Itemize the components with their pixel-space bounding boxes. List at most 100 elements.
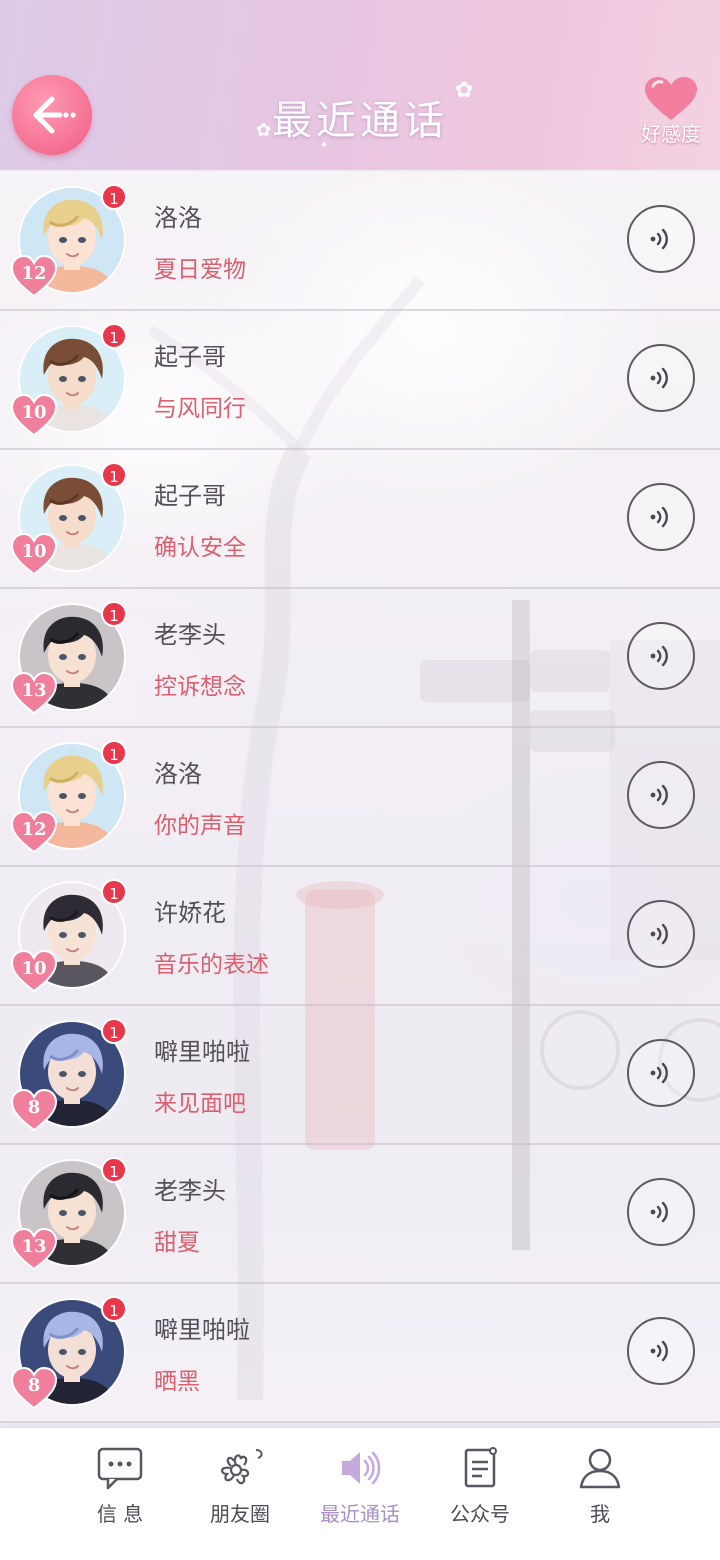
- avatar-container[interactable]: 1 10: [10, 879, 128, 993]
- unread-badge: 1: [101, 323, 127, 349]
- caller-name: 起子哥: [154, 343, 226, 371]
- caller-name: 噼里啪啦: [154, 1038, 250, 1066]
- recent-calls-list: 1 12 洛洛 夏日爱物 1 10 起子哥 与风同行 1 10 起子哥 确认安全…: [0, 172, 720, 1423]
- avatar-container[interactable]: 1 8: [10, 1018, 128, 1132]
- nav-item-messages[interactable]: 信 息: [60, 1446, 180, 1527]
- nav-item-recent-calls[interactable]: 最近通话: [300, 1446, 420, 1527]
- sparkle-icon: ✦: [320, 140, 329, 151]
- avatar-container[interactable]: 1 13: [10, 1157, 128, 1271]
- call-topic: 音乐的表述: [154, 952, 269, 978]
- bottom-nav: 信 息 朋友圈 最近通话 公众号 我: [0, 1428, 720, 1560]
- nav-label: 朋友圈: [210, 1502, 270, 1526]
- affinity-button[interactable]: 好感度: [636, 76, 706, 156]
- caller-name: 洛洛: [154, 204, 202, 232]
- call-topic: 确认安全: [154, 535, 246, 561]
- call-topic: 夏日爱物: [154, 257, 246, 283]
- affinity-level-badge: 10: [10, 393, 58, 437]
- level-number: 13: [21, 680, 47, 701]
- avatar-container[interactable]: 1 10: [10, 323, 128, 437]
- nav-label: 我: [590, 1502, 610, 1526]
- nav-label: 最近通话: [320, 1502, 400, 1526]
- call-topic: 甜夏: [154, 1230, 200, 1256]
- play-call-button[interactable]: [627, 205, 695, 273]
- avatar-container[interactable]: 1 8: [10, 1296, 128, 1410]
- call-row[interactable]: 1 10 许娇花 音乐的表述: [0, 867, 720, 1006]
- nav-item-me[interactable]: 我: [540, 1446, 660, 1527]
- flower-icon: [221, 1449, 263, 1485]
- unread-badge: 1: [101, 1296, 127, 1322]
- call-row[interactable]: 1 10 起子哥 确认安全: [0, 450, 720, 589]
- avatar-container[interactable]: 1 10: [10, 462, 128, 576]
- sound-wave-icon: [650, 367, 668, 389]
- affinity-level-badge: 12: [10, 254, 58, 298]
- sound-wave-icon: [650, 923, 668, 945]
- affinity-level-badge: 13: [10, 1227, 58, 1271]
- nav-label: 信 息: [96, 1502, 144, 1526]
- avatar-container[interactable]: 1 13: [10, 601, 128, 715]
- call-row[interactable]: 1 10 起子哥 与风同行: [0, 311, 720, 450]
- caller-name: 起子哥: [154, 482, 226, 510]
- speaker-icon: [342, 1451, 381, 1485]
- level-number: 12: [21, 819, 47, 840]
- heart-icon: [645, 77, 697, 120]
- call-topic: 控诉想念: [154, 674, 246, 700]
- call-topic: 与风同行: [154, 396, 246, 422]
- call-topic: 晒黑: [154, 1369, 200, 1395]
- call-row[interactable]: 1 12 洛洛 你的声音: [0, 728, 720, 867]
- person-icon: [579, 1448, 621, 1489]
- affinity-label: 好感度: [641, 122, 701, 146]
- play-call-button[interactable]: [627, 1178, 695, 1246]
- unread-badge: 1: [101, 1157, 127, 1183]
- nav-label: 公众号: [450, 1502, 510, 1526]
- play-call-button[interactable]: [627, 761, 695, 829]
- call-row[interactable]: 1 8 噼里啪啦 来见面吧: [0, 1006, 720, 1145]
- level-number: 8: [27, 1097, 41, 1118]
- play-call-button[interactable]: [627, 900, 695, 968]
- play-call-button[interactable]: [627, 1039, 695, 1107]
- unread-badge: 1: [101, 740, 127, 766]
- level-number: 10: [21, 402, 47, 423]
- play-call-button[interactable]: [627, 622, 695, 690]
- sound-wave-icon: [650, 1340, 668, 1362]
- unread-badge: 1: [101, 1018, 127, 1044]
- sparkle-icon: ✿: [455, 78, 474, 103]
- affinity-level-badge: 12: [10, 810, 58, 854]
- affinity-level-badge: 10: [10, 532, 58, 576]
- caller-name: 噼里啪啦: [154, 1316, 250, 1344]
- level-number: 13: [21, 1236, 47, 1257]
- affinity-level-badge: 10: [10, 949, 58, 993]
- level-number: 8: [27, 1375, 41, 1396]
- unread-badge: 1: [101, 601, 127, 627]
- sound-wave-icon: [650, 1062, 668, 1084]
- play-call-button[interactable]: [627, 1317, 695, 1385]
- caller-name: 洛洛: [154, 760, 202, 788]
- call-row[interactable]: 1 8 噼里啪啦 晒黑: [0, 1284, 720, 1423]
- level-number: 12: [21, 263, 47, 284]
- unread-badge: 1: [101, 462, 127, 488]
- unread-badge: 1: [101, 879, 127, 905]
- level-number: 10: [21, 958, 47, 979]
- chat-bubble-icon: [97, 1447, 143, 1490]
- level-number: 10: [21, 541, 47, 562]
- avatar-container[interactable]: 1 12: [10, 740, 128, 854]
- page-title: 最近通话: [272, 98, 448, 144]
- affinity-level-badge: 13: [10, 671, 58, 715]
- call-topic: 你的声音: [154, 813, 246, 839]
- call-row[interactable]: 1 13 老李头 控诉想念: [0, 589, 720, 728]
- nav-item-moments[interactable]: 朋友圈: [180, 1446, 300, 1527]
- sound-wave-icon: [650, 506, 668, 528]
- header-bar: 最近通话 ✿ ✿ ✦ 好感度: [0, 0, 720, 170]
- call-topic: 来见面吧: [154, 1091, 246, 1117]
- caller-name: 老李头: [154, 1177, 226, 1205]
- nav-item-official-accounts[interactable]: 公众号: [420, 1446, 540, 1527]
- play-call-button[interactable]: [627, 483, 695, 551]
- avatar-container[interactable]: 1 12: [10, 184, 128, 298]
- affinity-level-badge: 8: [10, 1088, 58, 1132]
- caller-name: 老李头: [154, 621, 226, 649]
- call-row[interactable]: 1 13 老李头 甜夏: [0, 1145, 720, 1284]
- unread-badge: 1: [101, 184, 127, 210]
- call-row[interactable]: 1 12 洛洛 夏日爱物: [0, 172, 720, 311]
- play-call-button[interactable]: [627, 344, 695, 412]
- sound-wave-icon: [650, 228, 668, 250]
- sparkle-icon: ✿: [256, 120, 272, 141]
